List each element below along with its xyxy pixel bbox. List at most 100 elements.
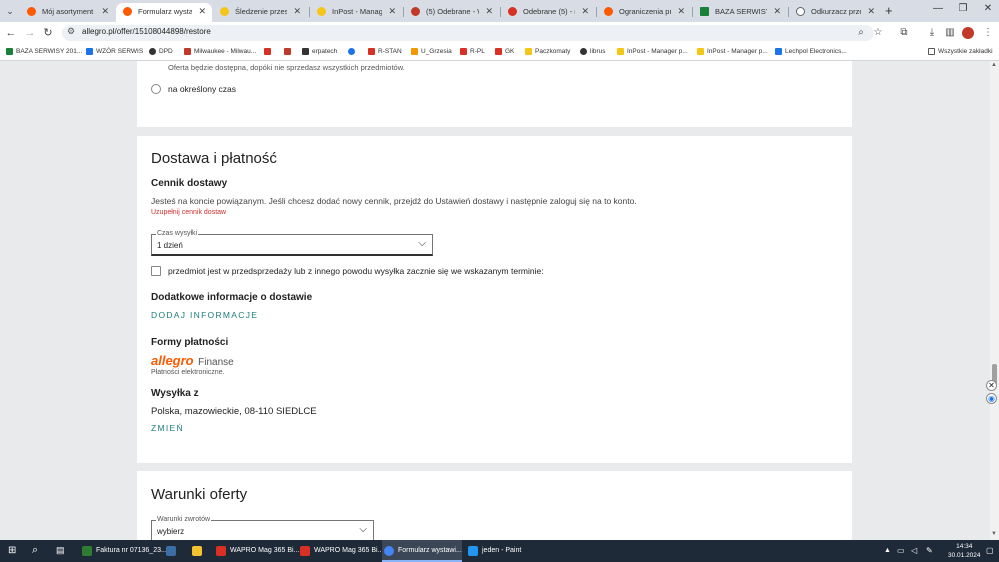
sheets-icon [6,48,13,55]
folder-icon [411,48,418,55]
tab-restrictions[interactable]: Ograniczenia przy ofertach ✕ [597,3,691,22]
notifications-icon[interactable]: ▢ [986,546,994,555]
taskbar-item-paint[interactable]: jeden - Paint [466,540,546,562]
returns-policy-select[interactable]: Warunki zwrotów wybierz ⌵ [151,516,374,540]
close-tab-icon[interactable]: ✕ [101,3,109,20]
tab-search-chevron-icon[interactable]: ⌄ [3,4,17,18]
bookmark-item[interactable]: InPost - Manager p... [617,47,688,57]
inpost-favicon-icon [220,7,229,16]
windows-start-icon[interactable]: ⊞ [8,545,16,556]
tab-wp-mail[interactable]: (5) Odebrane - WP Poczta ✕ [404,3,499,22]
taskbar-item-calculator[interactable] [164,540,184,562]
shipping-time-label: Czas wysyłki [156,230,199,237]
section-title-conditions: Warunki oferty [151,486,248,503]
extensions-icon[interactable]: ⧉ [898,27,910,39]
bookmark-item[interactable]: U_Grzesia [411,47,452,57]
allegro-finanse-logo: allegro Finanse [151,353,234,368]
close-tab-icon[interactable]: ✕ [293,3,301,20]
widget-help-icon[interactable]: ◉ [986,393,997,404]
change-location-link[interactable]: ZMIEŃ [151,423,184,433]
network-icon[interactable]: ▭ [897,546,905,555]
side-panel-icon[interactable]: ▥ [944,27,956,39]
taskbar-item-invoice[interactable]: Faktura nr 07136_23... [80,540,167,562]
radio-fixed-time[interactable] [151,84,161,94]
taskbar-item-chrome[interactable]: Formularz wystawi... [382,540,462,562]
folder-icon [192,546,202,556]
more-menu-icon[interactable]: ⋮ [982,27,994,39]
all-bookmarks[interactable]: Wszystkie zakładki [928,47,993,57]
close-tab-icon[interactable]: ✕ [581,3,589,20]
bookmark-item[interactable] [264,47,272,57]
bookmark-star-icon[interactable]: ☆ [872,27,884,39]
page-content: Oferta będzie dostępna, dopóki nie sprze… [0,61,999,540]
close-tab-icon[interactable]: ✕ [198,3,206,20]
close-tab-icon[interactable]: ✕ [388,3,396,20]
scroll-down-arrow-icon[interactable]: ▼ [991,531,997,537]
allegro-logo-text: allegro [151,353,194,368]
bookmark-item[interactable]: DPD [149,47,173,57]
widget-close-icon[interactable]: ✕ [986,380,997,391]
search-icon[interactable]: ⌕ [855,27,867,39]
chevron-down-icon: ⌵ [418,238,426,249]
returns-policy-value: wybierz [157,527,185,536]
shipping-time-select[interactable]: Czas wysyłki 1 dzień ⌵ [151,230,433,256]
tab-tracking[interactable]: Śledzenie przesyłek ✕ [213,3,307,22]
folder-icon [928,48,935,55]
tab-spreadsheet[interactable]: BAZA SERWISY.ods ✕ [693,3,787,22]
close-tab-icon[interactable]: ✕ [677,3,685,20]
url-text: allegro.pl/offer/15108044898/restore [82,27,211,36]
tab-offer-form[interactable]: Formularz wystawiania ✕ [116,3,212,22]
task-view-icon[interactable]: ▤ [56,545,65,556]
bookmark-item[interactable]: BAZA SERWISY 201... [6,47,82,57]
back-arrow-icon[interactable]: ← [4,26,18,40]
taskbar-item-wapro-2[interactable]: WAPRO Mag 365 Bi... [298,540,383,562]
wp-icon [284,48,291,55]
system-clock[interactable]: 14:34 30.01.2024 [948,542,981,560]
restore-window-icon[interactable]: ❐ [955,3,971,14]
rpl-icon [460,48,467,55]
bookmark-item[interactable] [348,47,356,57]
minimize-icon[interactable]: — [930,3,946,14]
bookmark-item[interactable]: Lechpol Electronics... [775,47,847,57]
close-tab-icon[interactable]: ✕ [867,3,875,20]
page-scrollbar[interactable]: ▲ ▼ [990,61,999,540]
browser-toolbar: ← → ↻ ⚙ allegro.pl/offer/15108044898/res… [0,22,999,44]
close-window-icon[interactable]: ✕ [980,3,996,14]
site-settings-icon[interactable]: ⚙ [67,26,75,37]
tray-chevron-up-icon[interactable]: ▲ [884,547,891,554]
address-bar[interactable]: ⚙ allegro.pl/offer/15108044898/restore [62,25,874,41]
reload-icon[interactable]: ↻ [41,26,55,40]
add-info-link[interactable]: DODAJ INFORMACJE [151,310,258,320]
profile-avatar[interactable] [962,27,974,39]
bookmark-item[interactable]: GK [495,47,514,57]
new-tab-plus-icon[interactable]: + [885,3,893,18]
bookmark-item[interactable]: librus [580,47,606,57]
tab-vacuum[interactable]: Odkurzacz przemysłowy ✕ [789,3,881,22]
bookmark-item[interactable]: R-PL [460,47,485,57]
bookmark-item[interactable] [284,47,292,57]
bookmark-item[interactable]: erpatech [302,47,337,57]
close-tab-icon[interactable]: ✕ [773,3,781,20]
bookmark-item[interactable]: WZÓR SERWIS [86,47,143,57]
tab-gmail[interactable]: Odebrane (5) - reakt ✕ [501,3,595,22]
search-icon[interactable]: ⌕ [32,544,38,557]
docs-icon [86,48,93,55]
presale-checkbox[interactable] [151,266,161,276]
bookmark-item[interactable]: Milwaukee - Milwau... [184,47,256,57]
tab-allegro-assortment[interactable]: Mój asortyment - Allegro ✕ [20,3,115,22]
tab-inpost-manager[interactable]: InPost - Manager paczek ✕ [310,3,402,22]
scroll-up-arrow-icon[interactable]: ▲ [991,62,997,68]
taskbar-item-wapro-1[interactable]: WAPRO Mag 365 Bi... [214,540,299,562]
bookmarks-bar: BAZA SERWISY 201... WZÓR SERWIS DPD Milw… [0,44,999,61]
volume-icon[interactable]: ◁ [911,546,917,555]
tray-app-icon[interactable]: ✎ [926,546,933,555]
bookmark-item[interactable]: R-STAN [368,47,402,57]
paint-icon [468,546,478,556]
bookmark-item[interactable]: Paczkomaty [525,47,570,57]
taskbar-item-explorer[interactable] [190,540,210,562]
bookmark-item[interactable]: InPost - Manager p... [697,47,768,57]
close-tab-icon[interactable]: ✕ [485,3,493,20]
chrome-icon [384,546,394,556]
download-icon[interactable]: ⤓ [926,27,938,39]
forward-arrow-icon[interactable]: → [23,26,37,40]
